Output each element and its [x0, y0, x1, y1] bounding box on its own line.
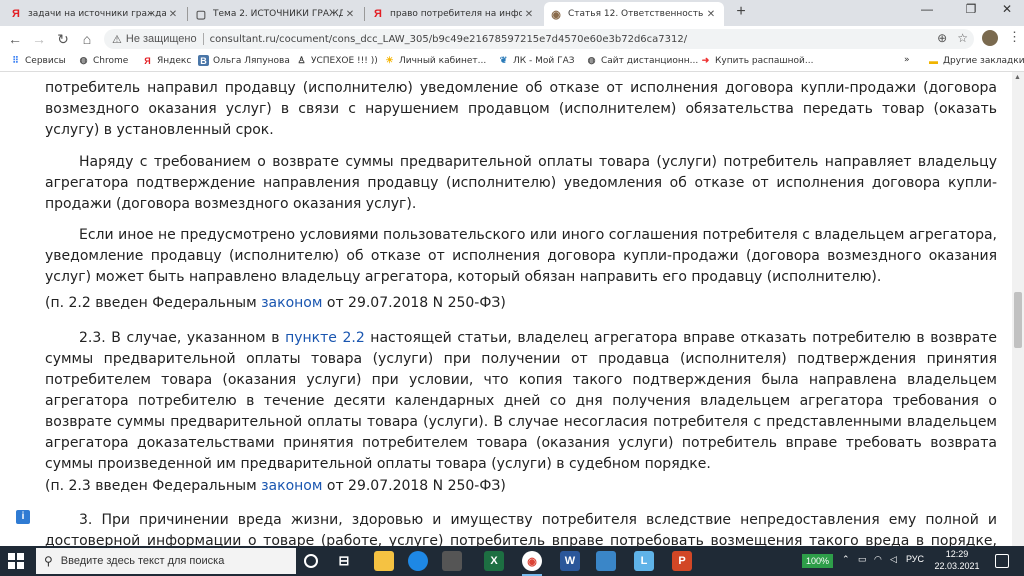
- clock-time: 12:29: [945, 549, 969, 559]
- security-label[interactable]: Не защищено: [126, 33, 197, 45]
- bookmark-item[interactable]: ◍ Сайт дистанционн...: [586, 55, 699, 66]
- close-icon[interactable]: ✕: [522, 9, 536, 20]
- bookmarks-bar: ⠿ Сервисы ◍ Chrome Я Яндекс B Ольга Ляпу…: [0, 52, 1024, 72]
- yandex-icon: Я: [374, 8, 382, 20]
- address-bar[interactable]: ⚠ Не защищено consultant.ru/cocument/con…: [104, 29, 974, 49]
- bookmark-item[interactable]: ♙ УСПЕХОЕ !!! )): [296, 55, 377, 66]
- url-text[interactable]: consultant.ru/cocument/cons_dcc_LAW_305/…: [210, 34, 688, 45]
- tab-1[interactable]: Я задачи на источники гражданс ✕: [4, 2, 186, 26]
- star-icon: ☀: [385, 55, 394, 65]
- tab-strip: Я задачи на источники гражданс ✕ ▢ Тема …: [0, 0, 1024, 26]
- restore-button[interactable]: ❐: [956, 2, 986, 16]
- close-icon[interactable]: ✕: [343, 9, 357, 20]
- network-icon[interactable]: ▭: [858, 554, 867, 565]
- notifications-icon[interactable]: [995, 554, 1009, 568]
- amendment-note: (п. 2.3 введен Федеральным законом от 29…: [45, 478, 506, 494]
- tab-title: Статья 12. Ответственность изг: [568, 9, 704, 19]
- tab-title: задачи на источники гражданс: [28, 9, 166, 19]
- yandex-icon: Я: [144, 55, 151, 66]
- scrollbar[interactable]: ▲: [1012, 72, 1024, 546]
- tray-chevron-icon[interactable]: ⌃: [842, 554, 850, 565]
- reload-button[interactable]: ↻: [54, 30, 72, 48]
- minimize-button[interactable]: —: [912, 2, 942, 16]
- search-icon: ⚲: [44, 554, 53, 568]
- yandex-icon: Я: [12, 8, 20, 20]
- home-button[interactable]: ⌂: [78, 30, 96, 48]
- bookmark-item[interactable]: B Ольга Ляпунова: [198, 55, 290, 66]
- vk-icon: B: [198, 55, 209, 66]
- globe-icon: ◍: [587, 55, 596, 65]
- powerpoint-icon[interactable]: P: [672, 551, 692, 571]
- bookmark-item[interactable]: ☀ Личный кабинет...: [384, 55, 486, 66]
- cortana-icon[interactable]: [304, 554, 318, 568]
- scroll-up-icon[interactable]: ▲: [1014, 74, 1021, 81]
- forward-button[interactable]: →: [30, 30, 48, 48]
- windows-taskbar: ⚲ Введите здесь текст для поиска ⊟ X ◉ W…: [0, 546, 1024, 576]
- taskbar-search[interactable]: ⚲ Введите здесь текст для поиска: [36, 548, 296, 574]
- language-indicator[interactable]: РУС: [906, 554, 924, 564]
- mail-icon[interactable]: [596, 551, 616, 571]
- close-icon[interactable]: ✕: [166, 9, 180, 20]
- start-button[interactable]: [8, 553, 24, 569]
- more-bookmarks-button[interactable]: »: [904, 55, 910, 65]
- bookmark-apps[interactable]: ⠿ Сервисы: [10, 55, 66, 66]
- lingualeo-icon[interactable]: L: [634, 551, 654, 571]
- other-bookmarks[interactable]: ▬ Другие закладки: [928, 55, 1024, 66]
- battery-indicator[interactable]: 100%: [802, 554, 834, 568]
- apps-grid-icon: ⠿: [12, 55, 19, 65]
- article-content: потребитель направил продавцу (исполните…: [0, 72, 1012, 546]
- warning-icon: ⚠: [112, 33, 122, 46]
- amendment-note: (п. 2.2 введен Федеральным законом от 29…: [45, 295, 506, 311]
- folder-icon: ▬: [929, 55, 938, 66]
- tab-title: право потребителя на информ: [390, 9, 522, 19]
- close-icon[interactable]: ✕: [704, 9, 718, 20]
- arrow-icon: ➜: [701, 55, 710, 65]
- volume-icon[interactable]: ◁: [890, 554, 897, 565]
- bookmark-item[interactable]: ➜ Купить распашной...: [700, 55, 814, 66]
- tab-title: Тема 2. ИСТОЧНИКИ ГРАЖДАН: [213, 9, 343, 19]
- scrollbar-thumb[interactable]: [1014, 292, 1022, 348]
- law-link[interactable]: законом: [261, 478, 322, 494]
- tab-3[interactable]: Я право потребителя на информ ✕: [366, 2, 542, 26]
- menu-icon[interactable]: ⋮: [1008, 29, 1021, 45]
- clock-date: 22.03.2021: [934, 561, 980, 571]
- article-paragraph: 2.3. В случае, указанном в пункте 2.2 на…: [45, 330, 998, 472]
- wifi-icon[interactable]: ◠: [874, 554, 882, 565]
- chrome-icon[interactable]: ◉: [522, 551, 542, 576]
- close-window-button[interactable]: ✕: [992, 2, 1022, 16]
- tab-2[interactable]: ▢ Тема 2. ИСТОЧНИКИ ГРАЖДАН ✕: [189, 2, 363, 26]
- bookmark-star-icon[interactable]: ☆: [957, 31, 968, 45]
- article-paragraph: 3. При причинении вреда жизни, здоровью …: [45, 512, 997, 546]
- document-icon: ▢: [195, 8, 207, 21]
- profile-avatar[interactable]: [982, 30, 998, 46]
- task-view-icon[interactable]: ⊟: [334, 551, 354, 571]
- consultant-icon: ◉: [551, 8, 561, 21]
- law-link[interactable]: законом: [261, 295, 322, 311]
- article-paragraph: Если иное не предусмотрено условиями пол…: [45, 227, 997, 285]
- back-button[interactable]: ←: [6, 30, 24, 48]
- tab-4[interactable]: ◉ Статья 12. Ответственность изг ✕: [544, 2, 724, 26]
- clock[interactable]: 12:29 22.03.2021: [930, 548, 984, 572]
- leaf-icon: ❦: [499, 55, 508, 65]
- bookmark-item[interactable]: ❦ ЛК - Мой ГАЗ: [498, 55, 575, 66]
- edge-icon[interactable]: [408, 551, 428, 571]
- search-placeholder: Введите здесь текст для поиска: [60, 555, 225, 567]
- info-icon[interactable]: i: [16, 510, 30, 524]
- clause-link[interactable]: пункте 2.2: [285, 330, 365, 346]
- word-icon[interactable]: W: [560, 551, 580, 571]
- excel-icon[interactable]: X: [484, 551, 504, 571]
- article-paragraph: Наряду с требованием о возврате суммы пр…: [45, 154, 997, 212]
- bookmark-item[interactable]: ◍ Chrome: [78, 55, 129, 66]
- bookmark-item[interactable]: Я Яндекс: [142, 55, 191, 66]
- browser-toolbar: ← → ↻ ⌂ ⚠ Не защищено consultant.ru/cocu…: [0, 26, 1024, 52]
- store-icon[interactable]: [442, 551, 462, 571]
- article-paragraph: потребитель направил продавцу (исполните…: [45, 80, 997, 138]
- person-icon: ♙: [297, 55, 306, 65]
- new-tab-button[interactable]: +: [732, 3, 750, 23]
- file-explorer-icon[interactable]: [374, 551, 394, 571]
- globe-icon: ◍: [79, 55, 88, 65]
- zoom-icon[interactable]: ⊕: [937, 31, 947, 45]
